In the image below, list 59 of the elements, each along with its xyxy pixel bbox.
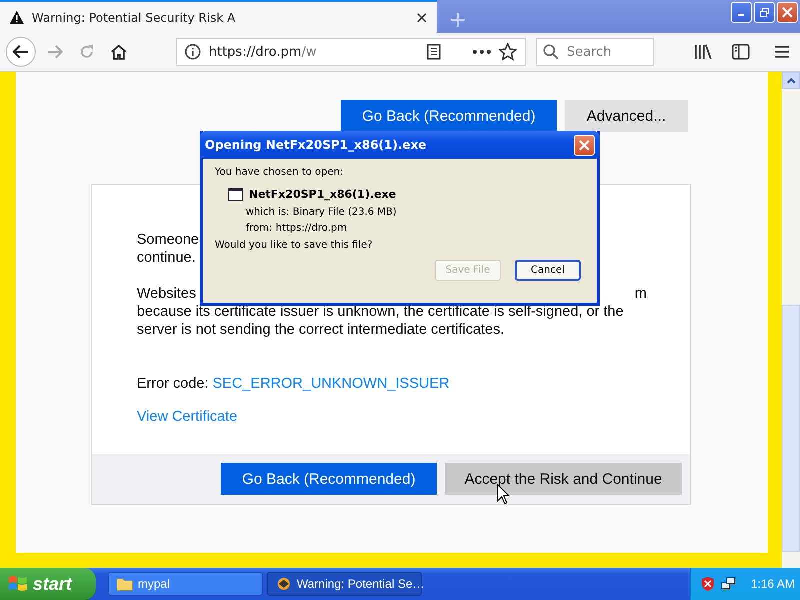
search-icon	[543, 44, 559, 60]
windows-logo	[8, 575, 28, 593]
shield-icon[interactable]	[701, 576, 715, 592]
up-caret-icon	[786, 78, 796, 84]
body-text: m	[634, 285, 647, 303]
file-name: NetFx20SP1_x86(1).exe	[249, 188, 396, 201]
restore-icon	[759, 7, 770, 18]
error-code-label: Error code:	[137, 376, 209, 392]
body-text: Websites	[137, 285, 196, 303]
folder-icon	[117, 577, 133, 591]
dialog-button[interactable]: Cancel	[515, 260, 581, 281]
close-icon	[782, 7, 793, 18]
back-arrow-icon	[13, 45, 29, 59]
reload-icon	[79, 44, 95, 60]
dialog-title: Opening NetFx20SP1_x86(1).exe	[205, 138, 428, 152]
error-code-link[interactable]: SEC_ERROR_UNKNOWN_ISSUER	[212, 376, 450, 392]
start-button[interactable]: start	[0, 568, 96, 600]
body-text: Someone	[137, 231, 200, 249]
scrollbar-thumb[interactable]	[782, 305, 800, 552]
close-button[interactable]	[574, 134, 595, 156]
body-text: continue.	[137, 249, 196, 267]
clock: 1:16 AM	[751, 577, 796, 591]
minimize-button[interactable]	[731, 2, 752, 23]
go-back-button[interactable]: Go Back (Recommended)	[221, 463, 437, 495]
secondary-button[interactable]: Advanced...	[565, 100, 688, 132]
close-button[interactable]	[777, 2, 798, 23]
body-text: because its certificate issuer is unknown, the certificate is self-signed, or the	[137, 303, 624, 321]
file-source: from: https://dro.pm	[246, 222, 348, 236]
browser-icon	[276, 576, 292, 592]
reader-view-icon[interactable]	[427, 44, 441, 60]
secondary-button[interactable]: Accept the Risk and Continue	[445, 463, 682, 495]
taskbar-item[interactable]: Warning: Potential Se…	[267, 572, 422, 596]
go-back-button[interactable]: Go Back (Recommended)	[341, 100, 557, 132]
warning-icon	[10, 11, 24, 24]
intro-text: You have chosen to open:	[215, 167, 345, 178]
url-text: https://dro.pm/w	[209, 44, 317, 60]
scroll-up-button[interactable]	[782, 72, 800, 89]
info-icon[interactable]	[185, 44, 201, 60]
address-bar[interactable]: https://dro.pm/w	[176, 38, 526, 66]
search-field[interactable]: Search	[536, 38, 654, 66]
sidebar-icon[interactable]	[732, 44, 750, 60]
question-text: Would you like to save this file?	[215, 240, 374, 251]
view-certificate-link[interactable]: View Certificate	[137, 408, 238, 426]
taskbar-item[interactable]: mypal	[108, 572, 263, 596]
star-icon[interactable]	[499, 43, 517, 61]
close-icon	[579, 140, 590, 150]
back-button[interactable]	[6, 37, 36, 67]
body-text: server is not sending the correct intermediate certificates.	[137, 321, 504, 339]
network-icon[interactable]	[721, 576, 737, 592]
more-icon[interactable]	[473, 50, 491, 54]
forward-arrow-icon	[47, 45, 63, 59]
restore-button[interactable]	[754, 2, 775, 23]
library-icon[interactable]	[694, 44, 712, 60]
browser-tab[interactable]: Warning: Potential Security Risk A	[0, 0, 437, 33]
menu-icon[interactable]	[774, 45, 790, 59]
close-icon[interactable]	[417, 12, 427, 22]
file-type: which is: Binary File (23.6 MB)	[246, 206, 398, 220]
window-icon	[228, 188, 243, 201]
home-icon	[111, 44, 127, 60]
